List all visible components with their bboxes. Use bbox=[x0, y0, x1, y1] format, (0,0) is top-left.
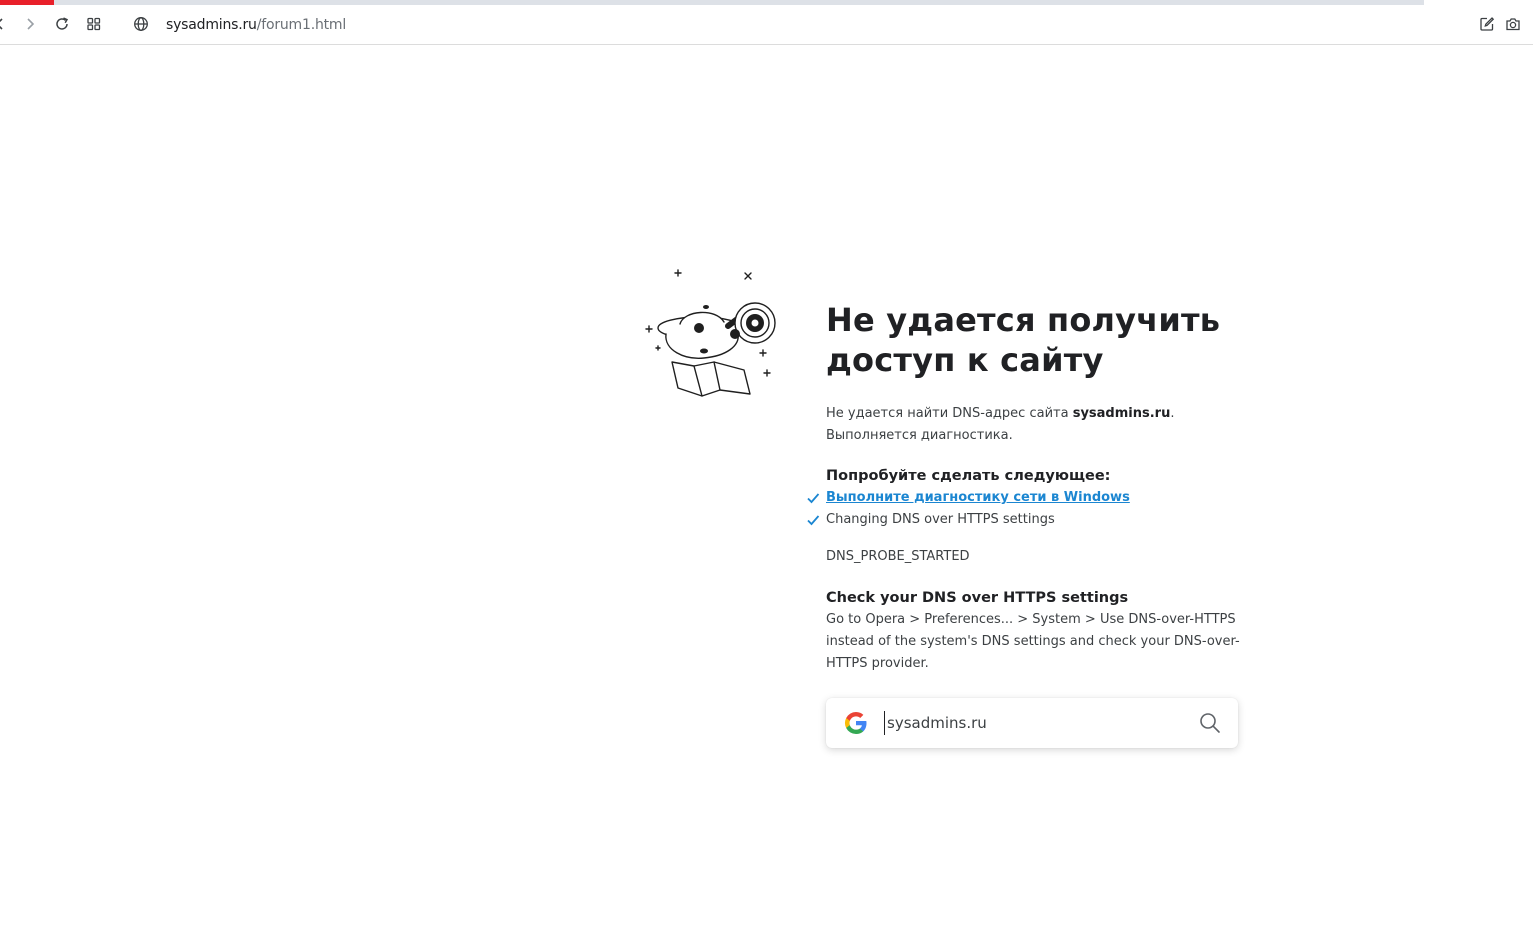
network-diagnostics-link[interactable]: Выполните диагностику сети в Windows bbox=[826, 490, 1130, 505]
search-input[interactable] bbox=[884, 711, 1187, 735]
url-host: sysadmins.ru bbox=[166, 17, 257, 33]
search-icon[interactable] bbox=[1198, 711, 1222, 735]
doh-instructions: Go to Opera > Preferences... > System > … bbox=[826, 612, 1240, 671]
url-path: /forum1.html bbox=[256, 17, 347, 33]
browser-toolbar: sysadmins.ru/forum1.html bbox=[0, 5, 1533, 45]
google-logo bbox=[845, 712, 867, 734]
error-title: Не удается получить доступ к сайту bbox=[826, 301, 1221, 379]
error-code: DNS_PROBE_STARTED bbox=[826, 549, 970, 564]
google-search-box bbox=[826, 698, 1238, 748]
globe-icon[interactable] bbox=[131, 14, 151, 34]
error-content: Не удается получить доступ к сайту Не уд… bbox=[807, 300, 1246, 675]
suggestions-list: Выполните диагностику сети в Windows Cha… bbox=[807, 487, 1246, 531]
back-icon[interactable] bbox=[0, 14, 10, 34]
desc-prefix: Не удается найти DNS-адрес сайта bbox=[826, 406, 1073, 421]
suggestion-item: Changing DNS over HTTPS settings bbox=[807, 509, 1246, 531]
check-icon bbox=[807, 515, 820, 526]
camera-icon[interactable] bbox=[1503, 14, 1523, 34]
tab-grid-icon[interactable] bbox=[84, 14, 104, 34]
check-icon bbox=[807, 493, 820, 504]
doh-heading: Check your DNS over HTTPS settings bbox=[826, 590, 1129, 606]
desc-host: sysadmins.ru bbox=[1072, 406, 1171, 421]
forward-icon[interactable] bbox=[20, 14, 40, 34]
edit-icon[interactable] bbox=[1477, 14, 1497, 34]
reload-icon[interactable] bbox=[52, 14, 72, 34]
suggestion-item: Выполните диагностику сети в Windows bbox=[807, 487, 1246, 509]
error-description: Не удается найти DNS-адрес сайта sysadmi… bbox=[826, 403, 1246, 447]
dino-explorer-illustration bbox=[645, 269, 776, 397]
suggestions-heading: Попробуйте сделать следующее: bbox=[826, 468, 1111, 484]
doh-settings-suggestion: Changing DNS over HTTPS settings bbox=[826, 512, 1055, 527]
address-bar-url[interactable]: sysadmins.ru/forum1.html bbox=[166, 17, 346, 33]
